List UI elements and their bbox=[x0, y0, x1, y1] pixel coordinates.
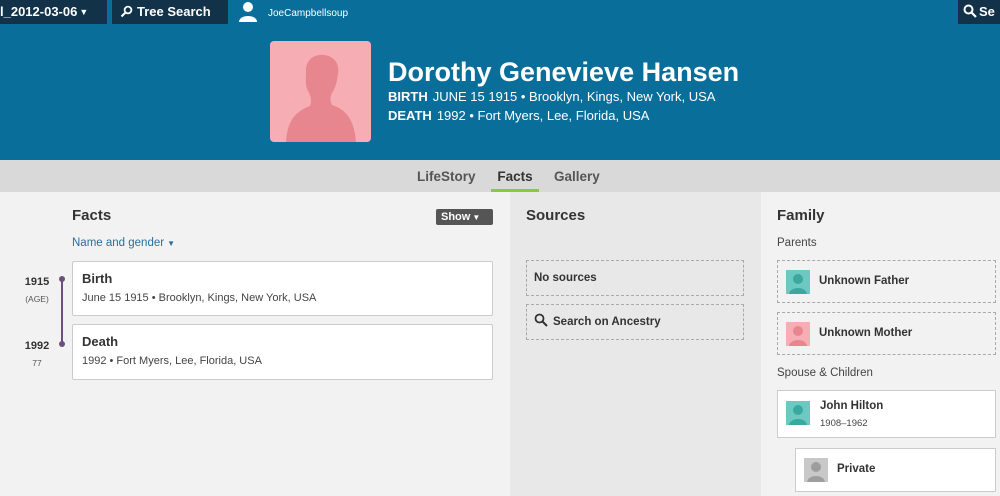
search-on-ancestry-label: Search on Ancestry bbox=[553, 316, 661, 328]
person-name: Private bbox=[837, 463, 876, 475]
tab-facts[interactable]: Facts bbox=[491, 160, 539, 192]
person-name: John Hilton bbox=[820, 400, 884, 412]
timeline-dot bbox=[59, 276, 65, 282]
username: JoeCampbellsoup bbox=[268, 8, 349, 19]
unknown-avatar-icon bbox=[804, 458, 828, 482]
tab-lifestory[interactable]: LifeStory bbox=[417, 160, 476, 192]
no-sources-box: No sources bbox=[526, 260, 744, 296]
top-bar: l_2012-03-06 ▼ Tree Search JoeCampbellsou… bbox=[0, 0, 1000, 24]
timeline-dot bbox=[59, 341, 65, 347]
family-title: Family bbox=[777, 207, 825, 224]
parents-label: Parents bbox=[777, 237, 817, 249]
tree-selector[interactable]: l_2012-03-06 ▼ bbox=[0, 0, 107, 24]
fact-card-death[interactable]: Death 1992 • Fort Myers, Lee, Florida, U… bbox=[72, 324, 493, 380]
death-value: 1992 • Fort Myers, Lee, Florida, USA bbox=[436, 108, 650, 123]
show-button[interactable]: Show ▼ bbox=[436, 209, 493, 225]
person-search-icon bbox=[120, 5, 133, 18]
fact-detail: June 15 1915 • Brooklyn, Kings, New York… bbox=[82, 292, 317, 304]
user-menu[interactable]: JoeCampbellsoup bbox=[238, 0, 348, 24]
tab-gallery[interactable]: Gallery bbox=[554, 160, 600, 192]
show-label: Show bbox=[441, 211, 471, 223]
facts-column: Facts Show ▼ Name and gender ▼ 1915 (AGE) … bbox=[0, 192, 510, 496]
chevron-down-icon: ▼ bbox=[472, 213, 481, 222]
tab-bar: LifeStory Facts Gallery bbox=[0, 160, 1000, 192]
person-header: Dorothy Genevieve Hansen BIRTH JUNE 15 19… bbox=[0, 24, 1000, 160]
no-sources-label: No sources bbox=[534, 272, 597, 284]
tree-name: l_2012-03-06 bbox=[0, 4, 78, 19]
death-summary: DEATH 1992 • Fort Myers, Lee, Florida, US… bbox=[388, 108, 649, 123]
search-label: Se bbox=[979, 4, 995, 19]
spouse-children-label: Spouse & Children bbox=[777, 367, 873, 379]
child-card[interactable]: Private bbox=[795, 448, 996, 492]
male-avatar-icon bbox=[786, 270, 810, 294]
search-icon bbox=[534, 313, 548, 327]
name-gender-label: Name and gender bbox=[72, 237, 165, 249]
death-label: DEATH bbox=[388, 108, 432, 123]
spouse-card[interactable]: John Hilton 1908–1962 bbox=[777, 390, 996, 438]
search-icon bbox=[963, 4, 977, 18]
tree-search-button[interactable]: Tree Search bbox=[112, 0, 228, 24]
sources-column: Sources No sources Search on Ancestry bbox=[510, 192, 761, 496]
family-column: Family Parents Unknown Father Unknown Mo… bbox=[761, 192, 1000, 496]
chevron-down-icon: ▼ bbox=[79, 7, 89, 17]
sources-title: Sources bbox=[526, 207, 586, 224]
tree-search-label: Tree Search bbox=[137, 4, 211, 19]
search-button[interactable]: Se bbox=[958, 0, 1000, 24]
timeline-age: 77 bbox=[32, 358, 42, 368]
fact-title: Birth bbox=[82, 271, 113, 286]
birth-value: JUNE 15 1915 • Brooklyn, Kings, New York… bbox=[432, 89, 716, 104]
chevron-down-icon: ▼ bbox=[167, 239, 175, 248]
facts-title: Facts bbox=[72, 207, 112, 224]
parent-card-father[interactable]: Unknown Father bbox=[777, 260, 996, 303]
birth-summary: BIRTH JUNE 15 1915 • Brooklyn, Kings, New… bbox=[388, 89, 715, 104]
person-dates: 1908–1962 bbox=[820, 418, 868, 429]
name-and-gender-toggle[interactable]: Name and gender ▼ bbox=[72, 237, 175, 249]
fact-card-birth[interactable]: Birth June 15 1915 • Brooklyn, Kings, Ne… bbox=[72, 261, 493, 316]
person-name: Unknown Mother bbox=[819, 327, 913, 339]
female-avatar-icon bbox=[786, 322, 810, 346]
fact-title: Death bbox=[82, 334, 119, 349]
parent-card-mother[interactable]: Unknown Mother bbox=[777, 312, 996, 355]
female-silhouette-icon bbox=[286, 54, 356, 142]
fact-detail: 1992 • Fort Myers, Lee, Florida, USA bbox=[82, 355, 262, 367]
profile-photo[interactable] bbox=[270, 41, 371, 142]
timeline-year: 1992 bbox=[24, 340, 50, 352]
birth-label: BIRTH bbox=[388, 89, 428, 104]
timeline-year: 1915 bbox=[24, 276, 50, 288]
male-avatar-icon bbox=[786, 401, 810, 425]
person-name: Unknown Father bbox=[819, 275, 910, 287]
search-on-ancestry-button[interactable]: Search on Ancestry bbox=[526, 304, 744, 340]
timeline-line bbox=[61, 279, 63, 345]
person-name: Dorothy Genevieve Hansen bbox=[388, 57, 740, 87]
timeline-age-label: (AGE) bbox=[25, 294, 49, 304]
